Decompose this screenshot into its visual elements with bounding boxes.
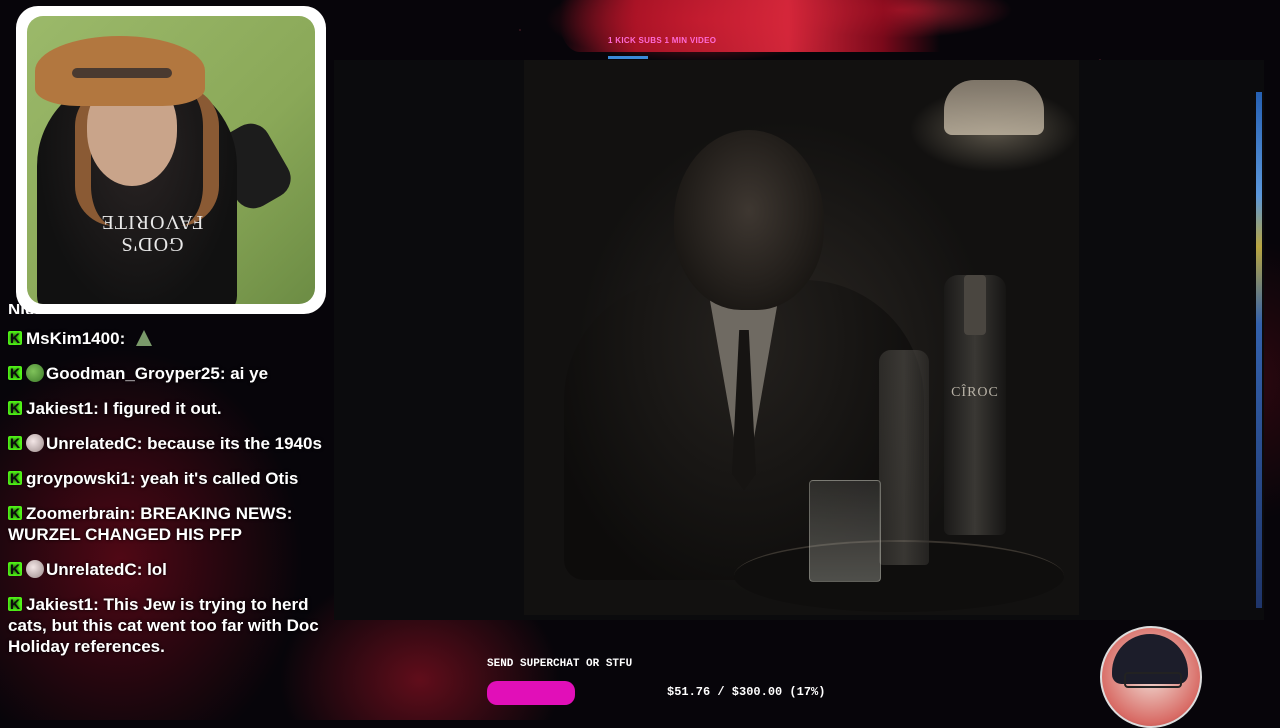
goal-amount: $51.76 / $300.00 (17%) (667, 685, 826, 699)
chat-username[interactable]: Jakiest1 (26, 399, 93, 418)
kick-badge-icon (8, 363, 22, 384)
chat-message: groypowski1: yeah it's called Otis (8, 468, 328, 489)
kick-badge-icon (8, 559, 22, 580)
goal-progress-bar (487, 681, 575, 705)
stream-image: CÎROC (524, 60, 1079, 615)
avatar (1100, 626, 1202, 728)
banner-text: 1 KICK SUBS 1 MIN VIDEO (608, 36, 717, 45)
chat-separator: : (119, 329, 130, 348)
chat-separator: : (129, 469, 141, 488)
chat-separator: : (93, 399, 104, 418)
chat-text: because its the 1940s (147, 434, 322, 453)
chat-separator: : (129, 504, 141, 523)
chat-text: yeah it's called Otis (140, 469, 299, 488)
chat-username[interactable]: UnrelatedC (46, 434, 137, 453)
drinking-glass (809, 480, 881, 582)
kick-badge-icon (8, 398, 22, 419)
bottle-neck (964, 275, 986, 335)
chat-username[interactable]: groypowski1 (26, 469, 130, 488)
chat-username[interactable]: UnrelatedC (46, 560, 137, 579)
kick-badge-icon (8, 433, 22, 454)
chat-text: ai ye (230, 364, 269, 383)
chat-message: MsKim1400: (8, 328, 328, 349)
rat-badge-icon (26, 560, 44, 578)
kick-badge-icon (8, 468, 22, 489)
chat-username[interactable]: Zoomerbrain (26, 504, 130, 523)
chat-message: UnrelatedC: lol (8, 559, 328, 580)
chat-message: Zoomerbrain: BREAKING NEWS: WURZEL CHANG… (8, 503, 328, 545)
kick-badge-icon (8, 328, 22, 349)
chat-message-list: MsKim1400: Goodman_Groyper25: ai ye Jakie… (8, 328, 328, 657)
chat-separator: : (219, 364, 231, 383)
kick-badge-icon (8, 503, 22, 524)
chat-message: Jakiest1: I figured it out. (8, 398, 328, 419)
tree-emote-icon (135, 330, 152, 346)
figure-head (674, 130, 824, 310)
chat-username[interactable]: MsKim1400 (26, 329, 120, 348)
chat-message: Goodman_Groyper25: ai ye (8, 363, 328, 384)
chat-separator: : (93, 595, 104, 614)
chat-text: I figured it out. (103, 399, 222, 418)
chat-text: lol (147, 560, 167, 579)
frog-badge-icon (26, 364, 44, 382)
chat-partial-message: Nick jokes about a lot of things. (8, 304, 264, 314)
rat-badge-icon (26, 434, 44, 452)
chat-username[interactable]: Jakiest1 (26, 595, 93, 614)
shirt-text: GOD'S FAVORITE (100, 211, 204, 255)
bottle-label: CÎROC (951, 385, 999, 400)
chat-message: Jakiest1: This Jew is trying to herd cat… (8, 594, 328, 657)
chat-separator: : (136, 560, 148, 579)
webcam-feed: GOD'S FAVORITE (27, 16, 315, 304)
hat-band (72, 68, 172, 78)
goal-label: SEND SUPERCHAT OR STFU (487, 658, 633, 670)
kick-badge-icon (8, 594, 22, 615)
avatar-glasses (1124, 672, 1182, 688)
chat-message: UnrelatedC: because its the 1940s (8, 433, 328, 454)
chat-separator: : (136, 434, 148, 453)
side-progress-strip (1256, 92, 1262, 608)
banner-underline (608, 56, 648, 59)
lamp-shade (944, 80, 1044, 135)
chat-panel: Nick jokes about a lot of things. MsKim1… (8, 304, 328, 671)
clear-bottle (879, 350, 929, 565)
chat-username[interactable]: Goodman_Groyper25 (46, 364, 220, 383)
